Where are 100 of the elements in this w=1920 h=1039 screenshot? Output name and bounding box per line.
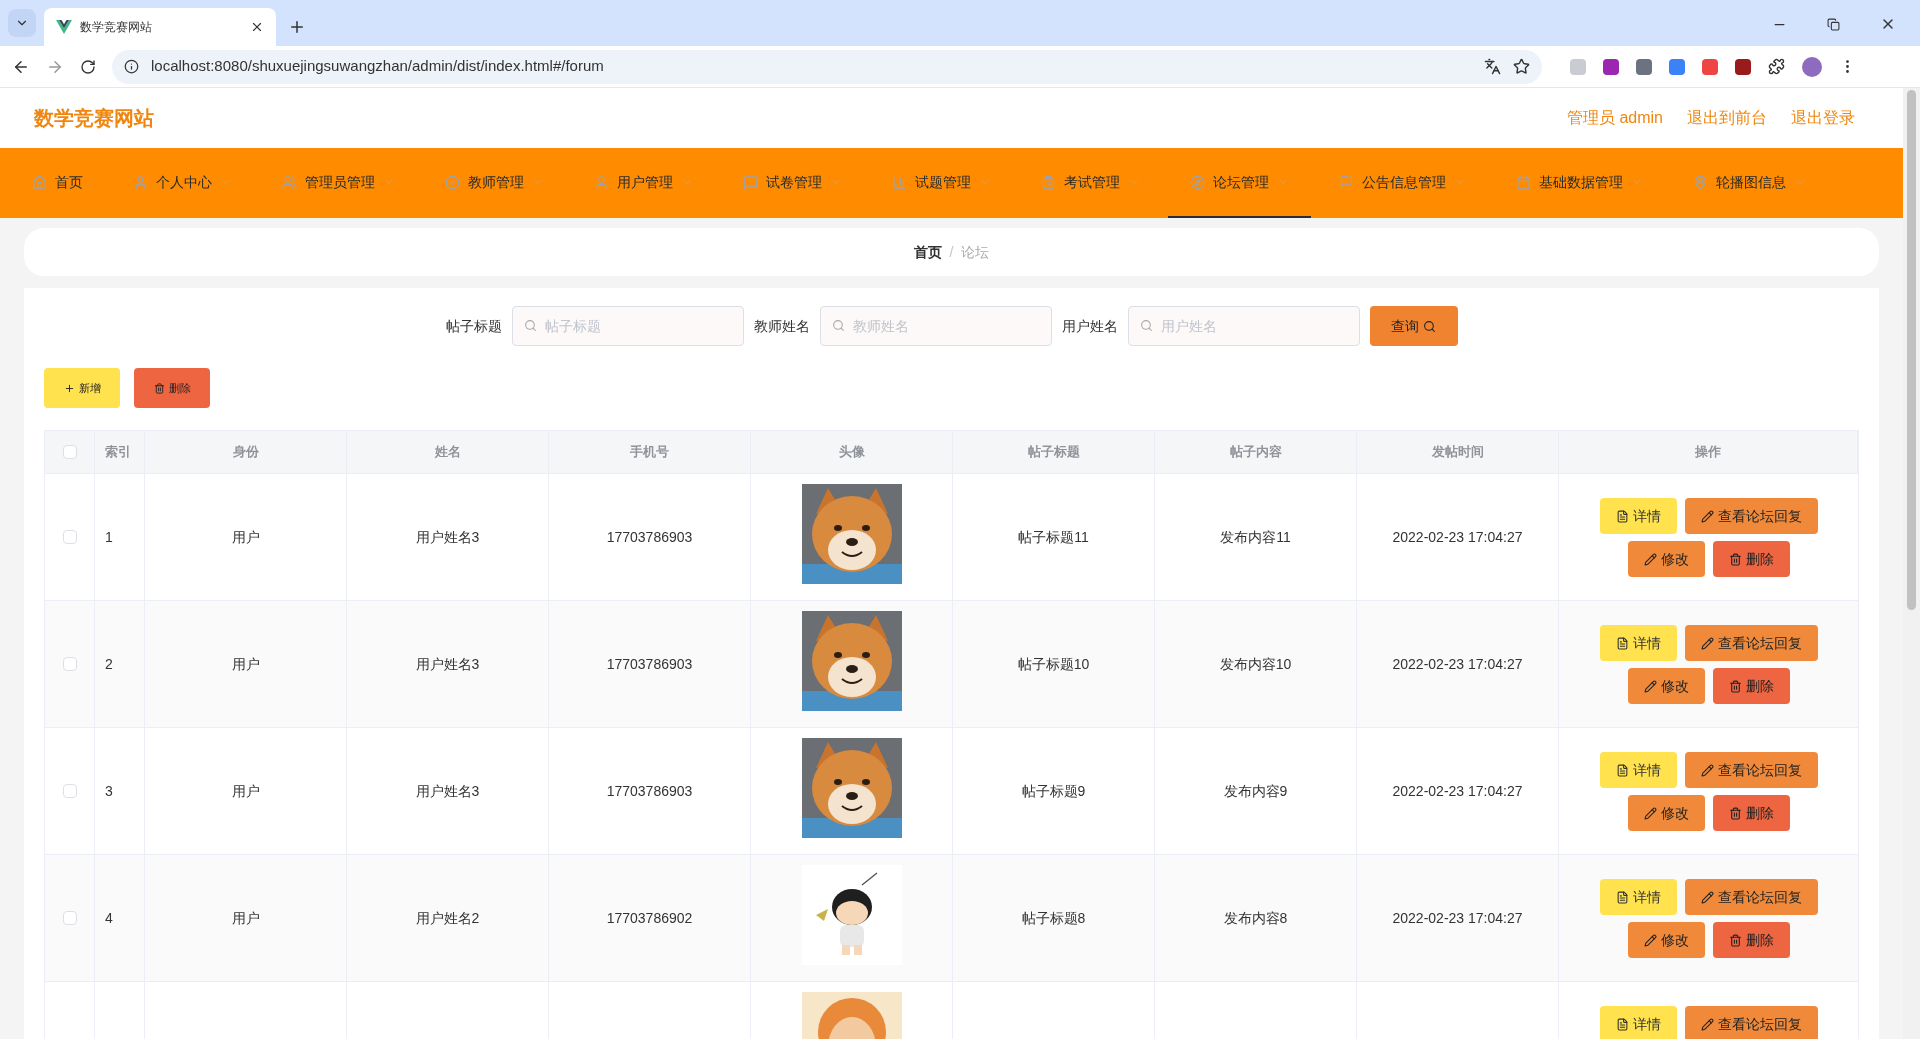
nav-tab[interactable]: 试题管理 [870,148,1013,218]
table-cell-text: 发布内容11 [1220,527,1291,547]
table-cell-text: 用户 [231,908,260,928]
view-replies-button[interactable]: 查看论坛回复 [1684,879,1818,915]
delete-button[interactable]: 删除 [1712,922,1790,958]
search-icon [831,319,845,332]
translate-icon[interactable] [1484,58,1501,75]
view-replies-button[interactable]: 查看论坛回复 [1684,752,1818,788]
new-tab-icon[interactable] [288,18,306,36]
extension-icon[interactable] [1636,58,1652,75]
column-header: 帖子标题 [1027,443,1080,462]
checkbox[interactable] [62,445,77,459]
scrollbar[interactable] [1903,88,1920,1039]
table-cell-text: 17703786903 [606,527,693,547]
table-cell-text: 3 [105,781,113,801]
detail-button[interactable]: 详情 [1599,752,1677,788]
browser-tab[interactable]: 数学竞赛网站 [44,8,276,46]
nav-tab[interactable]: 论坛管理 [1168,148,1311,218]
edit-button[interactable]: 修改 [1627,795,1705,831]
edit-button[interactable]: 修改 [1627,668,1705,704]
delete-button[interactable]: 删除 [1712,541,1790,577]
tab-title: 数学竞赛网站 [80,19,153,36]
view-replies-button[interactable]: 查看论坛回复 [1684,1006,1818,1039]
extension-icon[interactable] [1735,58,1751,75]
table-cell-text: 用户姓名3 [415,527,480,547]
delete-button[interactable]: 删除 [1712,668,1790,704]
table-cell-text: 用户姓名3 [415,654,480,674]
detail-button[interactable]: 详情 [1599,498,1677,534]
clipboard-icon [1041,174,1056,190]
search-field[interactable]: 用户姓名 [1127,306,1360,346]
table-cell-text: 帖子标题11 [1018,527,1089,547]
query-button[interactable]: 查询 [1369,306,1458,346]
table-cell-text: 17703786903 [606,781,693,801]
column-header: 身份 [232,443,259,462]
extension-icon[interactable] [1669,58,1685,75]
extension-icon[interactable] [1603,58,1619,75]
star-icon[interactable] [1513,58,1530,75]
breadcrumb-item[interactable]: 首页 [913,241,942,263]
nav-tab[interactable]: 教师管理 [423,148,566,218]
pencil-icon [1643,552,1657,566]
nav-tab[interactable]: 首页 [10,148,105,218]
checkbox[interactable] [62,530,77,544]
table-cell-text: 用户 [231,781,260,801]
breadcrumb-separator: / [949,242,954,262]
edit-button[interactable]: 修改 [1627,922,1705,958]
edit-button[interactable]: 修改 [1627,541,1705,577]
nav-label: 个人中心 [156,172,212,192]
restore-icon[interactable] [1827,17,1840,31]
nav-tab[interactable]: 试卷管理 [721,148,864,218]
table-cell-text: 4 [105,908,113,928]
view-replies-button[interactable]: 查看论坛回复 [1684,625,1818,661]
people-icon [282,174,297,190]
reload-icon[interactable] [80,58,96,75]
document-icon [1615,509,1629,523]
document-icon [1615,1017,1629,1031]
column-header: 操作 [1695,443,1721,462]
search-field[interactable]: 帖子标题 [511,306,744,346]
nav-tab[interactable]: 公告信息管理 [1317,148,1488,218]
column-header: 发帖时间 [1431,443,1484,462]
nav-tab[interactable]: 基础数据管理 [1494,148,1665,218]
flag-icon [1339,174,1354,190]
checkbox[interactable] [62,911,77,925]
table-cell-text: 17703786903 [606,654,693,674]
delete-button[interactable]: 删除 [134,368,210,408]
detail-button[interactable]: 详情 [1599,879,1677,915]
view-replies-button[interactable]: 查看论坛回复 [1684,498,1818,534]
column-header: 索引 [105,443,131,462]
table-cell-text: 帖子标题8 [1021,908,1086,928]
delete-button[interactable]: 删除 [1712,795,1790,831]
table-cell-text: 用户姓名3 [415,781,480,801]
add-button[interactable]: 新增 [44,368,120,408]
extension-icon[interactable] [1702,58,1718,75]
search-icon [1423,319,1436,333]
table-cell-text: 2022-02-23 17:04:27 [1392,527,1523,547]
table-cell-text: 2022-02-23 17:04:27 [1392,654,1523,674]
nav-tab[interactable]: 用户管理 [572,148,715,218]
nav-tab[interactable]: 个人中心 [111,148,254,218]
checkbox[interactable] [62,784,77,798]
detail-button[interactable]: 详情 [1599,625,1677,661]
trash-icon [153,382,165,394]
table-cell-text: 用户 [231,654,260,674]
nav-tab[interactable]: 考试管理 [1019,148,1162,218]
field-label: 用户姓名 [1061,316,1118,336]
checkbox[interactable] [62,657,77,671]
detail-button[interactable]: 详情 [1599,1006,1677,1039]
url-text: localhost:8080/shuxuejingsuwangzhan/admin/dist/index.html#/forum [151,56,605,77]
nav-tab[interactable]: 轮播图信息 [1671,148,1828,218]
pencil-icon [1643,679,1657,693]
nav-label: 考试管理 [1064,172,1120,192]
nav-label: 基础数据管理 [1539,172,1623,192]
puzzle-icon[interactable] [1768,58,1785,75]
column-header: 头像 [838,443,865,462]
address-bar[interactable]: localhost:8080/shuxuejingsuwangzhan/admin/dist/index.html#/forum [112,49,1542,84]
close-icon[interactable] [250,20,264,34]
profile-avatar-icon[interactable] [1802,56,1822,77]
nav-label: 论坛管理 [1213,172,1269,192]
nav-tab[interactable]: 管理员管理 [260,148,417,218]
column-header: 姓名 [434,443,461,462]
nav-label: 试卷管理 [766,172,822,192]
pencil-icon [1700,1017,1714,1031]
